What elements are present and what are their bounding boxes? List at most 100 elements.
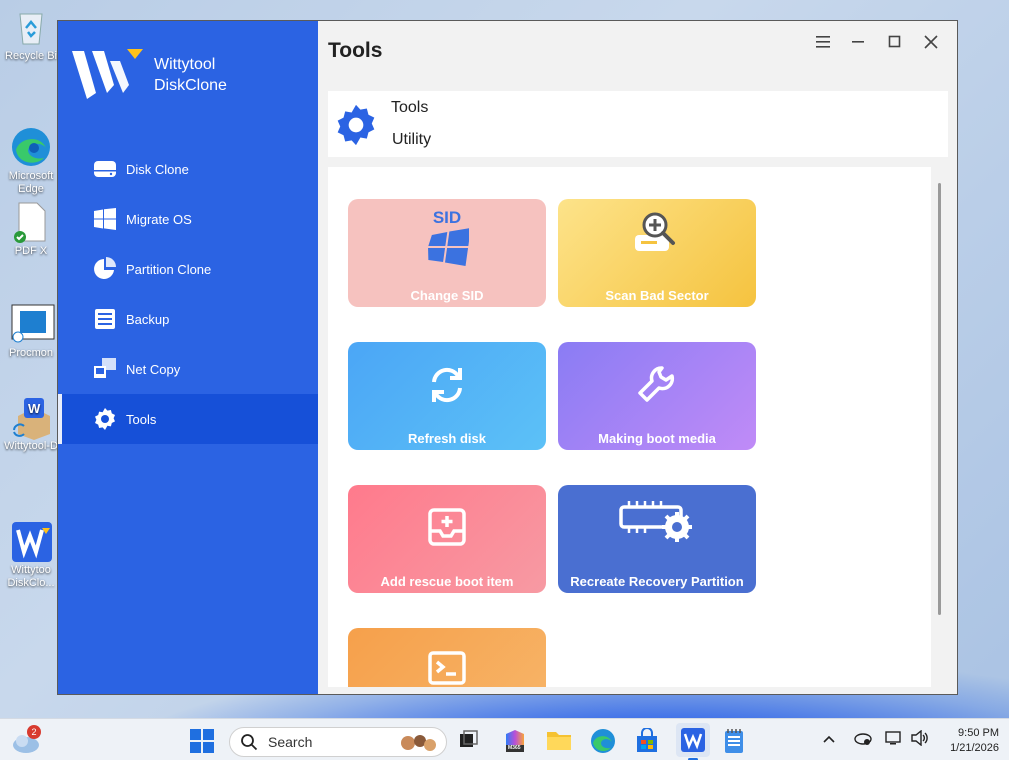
file-explorer-button[interactable] bbox=[546, 728, 572, 754]
search-placeholder: Search bbox=[268, 734, 313, 750]
taskbar-clock[interactable]: 9:50 PM 1/21/2026 bbox=[950, 726, 999, 756]
disk-icon bbox=[92, 157, 118, 181]
desktop-icon-label: Procmon bbox=[8, 347, 54, 359]
desktop-icon-wittytool-installer[interactable]: W Wittytool-D bbox=[0, 396, 62, 453]
backup-icon bbox=[92, 307, 118, 331]
wittytool-app-icon bbox=[10, 507, 52, 562]
search-highlight-icon bbox=[401, 735, 436, 751]
tool-scan-bad-sector[interactable]: Scan Bad Sector bbox=[558, 199, 756, 307]
menu-icon[interactable] bbox=[811, 31, 835, 53]
onedrive-icon[interactable] bbox=[853, 730, 873, 751]
maximize-icon[interactable] bbox=[883, 31, 907, 53]
wittytool-app-icon bbox=[681, 728, 705, 752]
sidebar-nav: Disk Clone Migrate OS Partition Clone Ba… bbox=[58, 144, 318, 444]
sidebar-item-label: Tools bbox=[126, 411, 157, 427]
taskbar: 2 Search M365 9:50 PM 1/21/2026 bbox=[0, 718, 1009, 760]
desktop-icon-label: Wittytoo DiskClo... bbox=[7, 564, 55, 589]
title-bar: Tools bbox=[318, 21, 957, 85]
windows-start-icon bbox=[190, 729, 214, 753]
desktop-icon-wittytool[interactable]: Wittytoo DiskClo... bbox=[0, 494, 62, 590]
rescue-tray-icon bbox=[427, 507, 467, 550]
task-view-icon bbox=[460, 730, 478, 747]
tool-add-rescue-boot-item[interactable]: Add rescue boot item bbox=[348, 485, 546, 593]
volume-icon[interactable] bbox=[910, 729, 930, 751]
minimize-icon[interactable] bbox=[847, 31, 871, 53]
network-icon bbox=[92, 357, 118, 381]
sid-text: SID bbox=[432, 208, 462, 227]
brand-name-line2: DiskClone bbox=[154, 77, 227, 94]
procmon-icon bbox=[10, 303, 55, 345]
disk-gear-icon bbox=[617, 497, 697, 546]
sidebar-item-label: Net Copy bbox=[126, 361, 181, 377]
tool-command-prompt[interactable] bbox=[348, 628, 546, 687]
tools-panel: SID Change SID Scan Bad Sector Refresh d… bbox=[328, 167, 931, 687]
tool-recreate-recovery-partition[interactable]: Recreate Recovery Partition bbox=[558, 485, 756, 593]
section-subtitle: Utility bbox=[392, 131, 432, 148]
sid-windows-icon: SID bbox=[425, 208, 471, 270]
tool-label: Making boot media bbox=[598, 431, 716, 446]
notepad-icon bbox=[725, 729, 743, 753]
sidebar: Wittytool DiskClone Disk Clone Migrate O… bbox=[58, 21, 318, 694]
store-icon bbox=[637, 727, 657, 752]
desktop-icon-recycle-bin[interactable]: Recycle Bi bbox=[0, 6, 62, 63]
brand-name-line1: Wittytool bbox=[154, 56, 216, 73]
desktop-icon-label: Microsoft Edge bbox=[8, 170, 54, 195]
desktop-icon-edge[interactable]: Microsoft Edge bbox=[0, 100, 62, 196]
sidebar-item-label: Disk Clone bbox=[126, 161, 189, 177]
sidebar-item-disk-clone[interactable]: Disk Clone bbox=[58, 144, 318, 194]
main-content: Tools Tools Utility SID Change SID Scan … bbox=[318, 21, 957, 694]
clock-date: 1/21/2026 bbox=[950, 742, 999, 754]
windows-icon bbox=[92, 207, 118, 231]
svg-text:W: W bbox=[28, 401, 41, 416]
edge-icon bbox=[10, 113, 52, 166]
recycle-bin-icon bbox=[10, 6, 52, 48]
desktop-icon-label: PDF X bbox=[14, 245, 48, 257]
sidebar-item-migrate-os[interactable]: Migrate OS bbox=[58, 194, 318, 244]
section-title: Tools bbox=[391, 99, 429, 116]
desktop-icon-label: Recycle Bi bbox=[5, 50, 57, 62]
close-icon[interactable] bbox=[919, 31, 943, 53]
refresh-icon bbox=[426, 364, 468, 409]
notification-badge: 2 bbox=[27, 725, 41, 739]
m365-label: M365 bbox=[508, 745, 521, 751]
window-controls bbox=[811, 31, 943, 53]
taskbar-search[interactable]: Search bbox=[229, 727, 447, 757]
gear-icon bbox=[92, 407, 118, 431]
tool-change-sid[interactable]: SID Change SID bbox=[348, 199, 546, 307]
tray-overflow-icon[interactable] bbox=[822, 732, 836, 750]
edge-icon bbox=[591, 729, 615, 753]
wittytool-taskbar-button[interactable] bbox=[676, 723, 710, 760]
sidebar-item-net-copy[interactable]: Net Copy bbox=[58, 344, 318, 394]
folder-icon bbox=[547, 732, 571, 750]
scrollbar[interactable] bbox=[938, 183, 941, 615]
store-button[interactable] bbox=[634, 727, 660, 754]
wittytool-logo-icon bbox=[72, 49, 143, 99]
m365-button[interactable]: M365 bbox=[502, 728, 528, 754]
edge-taskbar-button[interactable] bbox=[590, 728, 616, 754]
weather-widget[interactable]: 2 bbox=[10, 725, 44, 760]
sidebar-item-tools[interactable]: Tools bbox=[58, 394, 318, 444]
scan-disk-icon bbox=[631, 207, 683, 260]
tool-label: Refresh disk bbox=[407, 431, 487, 446]
task-view-button[interactable] bbox=[457, 728, 483, 754]
app-window: Wittytool DiskClone Disk Clone Migrate O… bbox=[57, 20, 958, 695]
start-button[interactable] bbox=[189, 728, 215, 754]
tool-label: Change SID bbox=[410, 288, 484, 303]
tool-label: Recreate Recovery Partition bbox=[570, 574, 744, 589]
sidebar-item-label: Backup bbox=[126, 311, 170, 327]
desktop-icon-pdfx[interactable]: PDF X bbox=[0, 201, 62, 258]
notepad-button[interactable] bbox=[722, 728, 748, 754]
sidebar-item-partition-clone[interactable]: Partition Clone bbox=[58, 244, 318, 294]
installer-box-icon: W bbox=[10, 396, 52, 440]
terminal-icon bbox=[427, 650, 467, 687]
tool-refresh-disk[interactable]: Refresh disk bbox=[348, 342, 546, 450]
tool-making-boot-media[interactable]: Making boot media bbox=[558, 342, 756, 450]
section-header: Tools Utility bbox=[328, 91, 948, 157]
sidebar-item-backup[interactable]: Backup bbox=[58, 294, 318, 344]
desktop-icon-procmon[interactable]: Procmon bbox=[0, 303, 62, 360]
clock-time: 9:50 PM bbox=[958, 727, 999, 739]
search-icon bbox=[241, 734, 258, 751]
wrench-icon bbox=[636, 364, 678, 409]
network-icon[interactable] bbox=[884, 730, 904, 751]
page-title: Tools bbox=[328, 39, 383, 62]
